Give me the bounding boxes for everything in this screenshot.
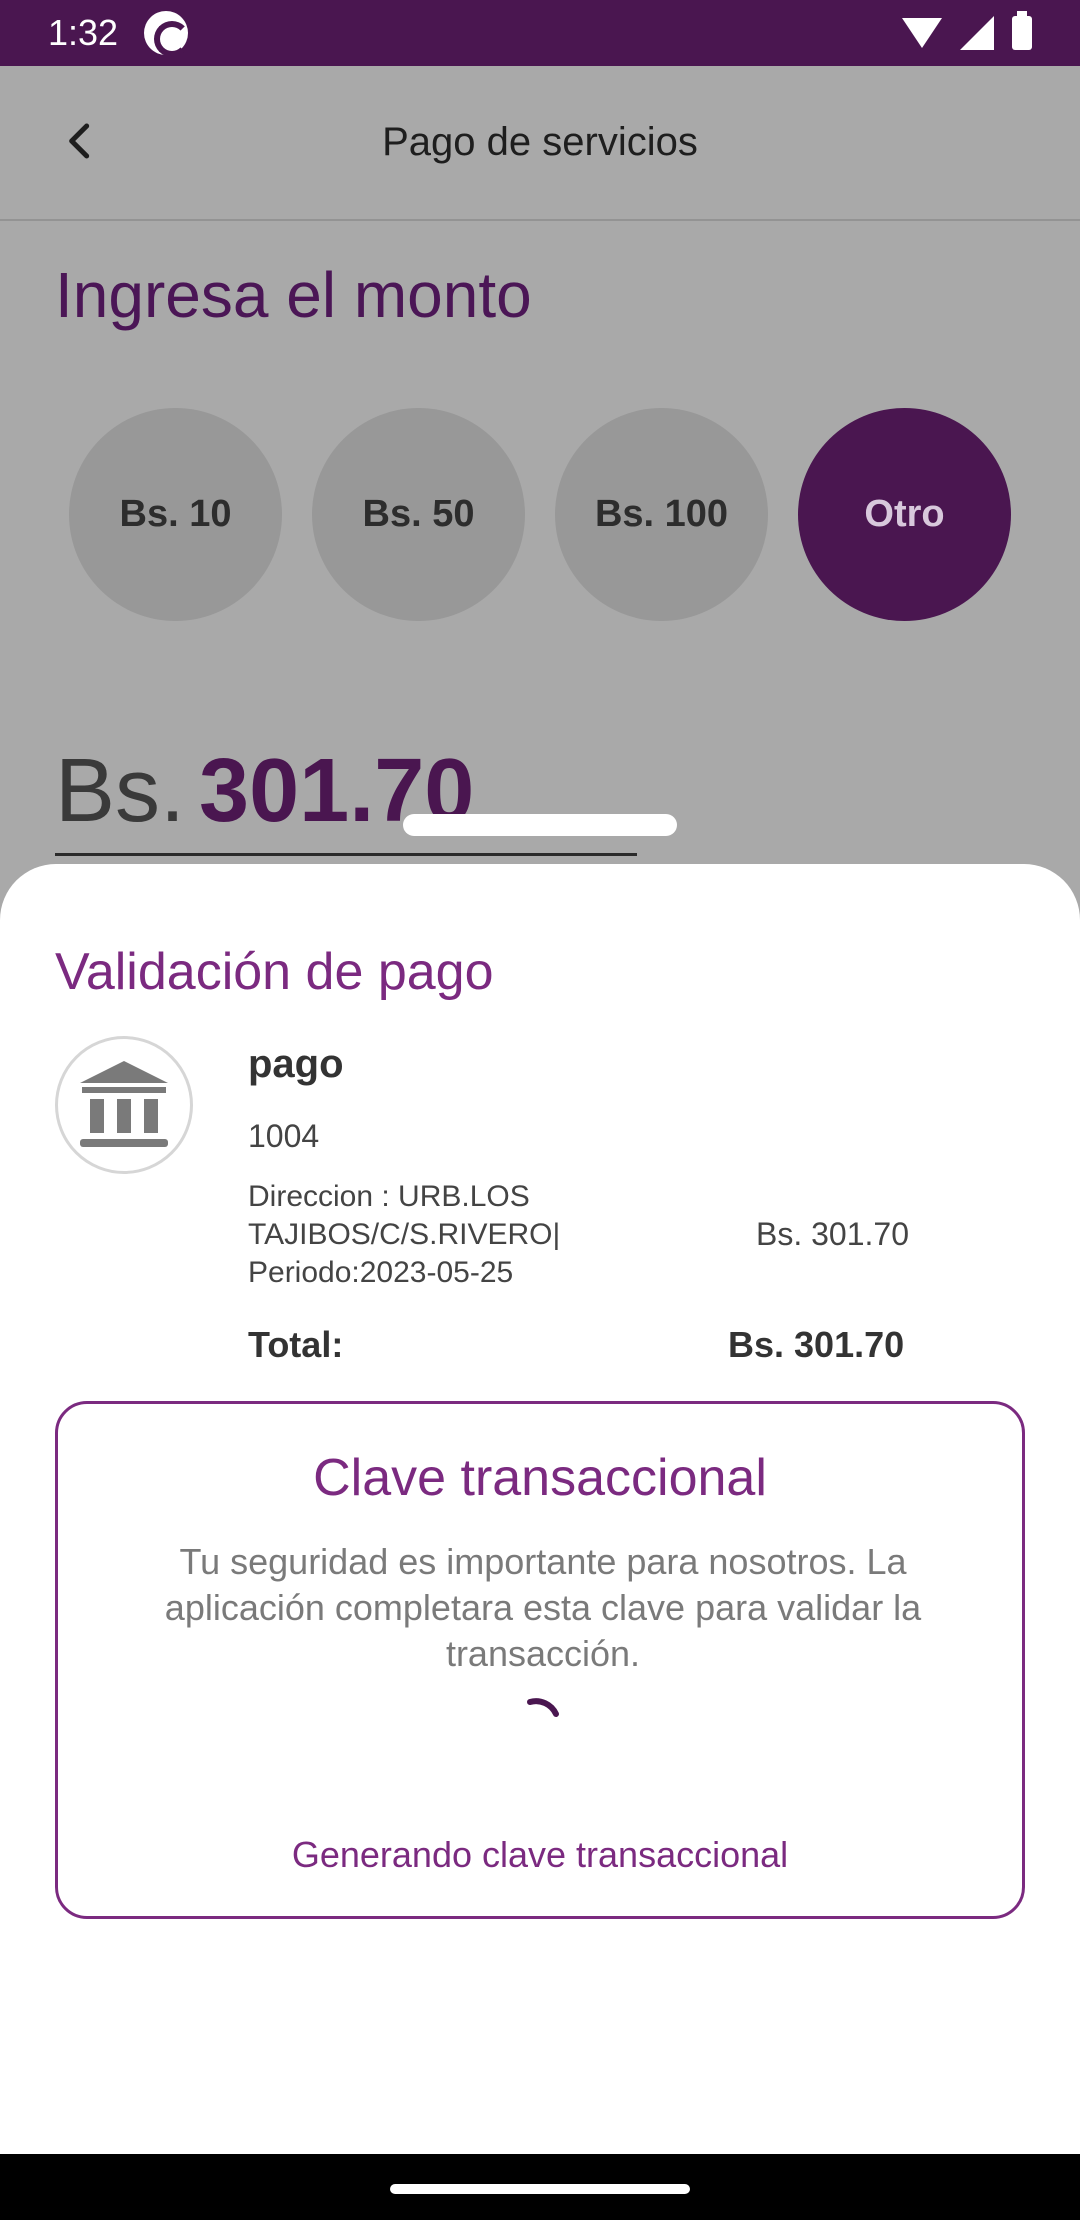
transaction-key-card: Clave transaccional Tu seguridad es impo… (55, 1401, 1025, 1919)
transaction-key-status: Generando clave transaccional (291, 1834, 789, 1875)
amount-option-10[interactable]: Bs. 10 (69, 408, 282, 621)
page-title: Pago de servicios (382, 120, 698, 164)
amount-options: Bs. 10 Bs. 50 Bs. 100 Otro (69, 408, 1011, 621)
status-indicators (902, 11, 1032, 50)
transaction-key-description: Tu seguridad es importante para nosotros… (164, 1541, 922, 1674)
status-bar: 1:32 (0, 0, 1080, 66)
payment-detail-line: Direccion : URB.LOS (248, 1180, 530, 1213)
payment-detail-line: Periodo:2023-05-25 (248, 1256, 514, 1289)
signal-icon (960, 16, 994, 50)
amount-option-50[interactable]: Bs. 50 (312, 408, 525, 621)
payment-detail: Direccion : URB.LOS TAJIBOS/C/S.RIVERO| … (248, 1178, 668, 1292)
navigation-bar (0, 2154, 1080, 2220)
app-bar: Pago de servicios (0, 66, 1080, 221)
transaction-key-title: Clave transaccional (313, 1449, 767, 1507)
bank-icon (55, 1036, 193, 1174)
amount-option-100[interactable]: Bs. 100 (555, 408, 768, 621)
total-label: Total: (248, 1324, 344, 1365)
battery-icon (1012, 11, 1032, 50)
amount-heading: Ingresa el monto (55, 259, 532, 331)
amount-underline (55, 853, 637, 856)
payment-validation-sheet: Validación de pago pago 1004 Direccion :… (0, 864, 1080, 2154)
sheet-drag-handle[interactable] (403, 814, 677, 836)
payment-code: 1004 (248, 1118, 320, 1154)
total-value: Bs. 301.70 (728, 1324, 905, 1365)
currency-label: Bs. (55, 741, 186, 841)
payment-name: pago (248, 1042, 344, 1086)
wifi-icon (902, 18, 942, 48)
payment-amount: Bs. 301.70 (756, 1216, 909, 1252)
back-arrow-icon[interactable] (55, 116, 105, 166)
status-time: 1:32 (48, 12, 119, 53)
sheet-title: Validación de pago (55, 943, 494, 1001)
loading-spinner-icon (518, 1694, 568, 1744)
payment-detail-line: TAJIBOS/C/S.RIVERO| (248, 1218, 561, 1251)
app-notification-icon (144, 11, 191, 57)
home-indicator[interactable] (390, 2184, 690, 2194)
amount-option-other[interactable]: Otro (798, 408, 1011, 621)
